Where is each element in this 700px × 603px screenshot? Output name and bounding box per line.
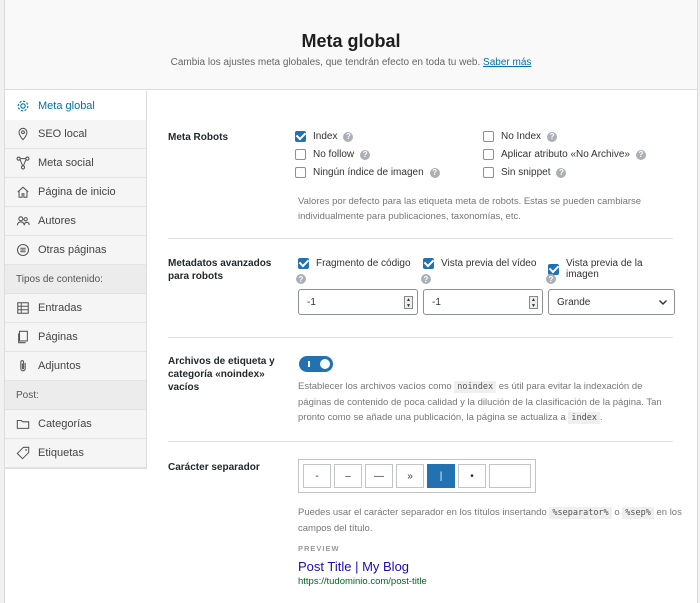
folder-icon — [16, 417, 30, 431]
image-preview-select[interactable]: Grande — [548, 289, 675, 315]
sidebar-item-posts[interactable]: Entradas — [5, 294, 146, 323]
sidebar: Meta global SEO local Meta social Página… — [5, 91, 147, 469]
help-icon[interactable]: ? — [547, 131, 558, 142]
checkbox-nosnippet[interactable]: Sin snippet ? — [483, 167, 567, 178]
checkbox-box[interactable] — [298, 258, 309, 269]
sidebar-item-meta-social[interactable]: Meta social — [5, 149, 146, 178]
separator-option-en-dash[interactable]: – — [334, 464, 362, 488]
preview-label: PREVIEW — [298, 544, 340, 553]
separator-option-em-dash[interactable]: — — [365, 464, 393, 488]
sidebar-item-pages[interactable]: Páginas — [5, 323, 146, 352]
noindex-label: Archivos de etiqueta y categoría «noinde… — [168, 356, 275, 393]
checkbox-nofollow[interactable]: No follow ? — [295, 149, 371, 160]
video-preview-input[interactable]: -1 ▲ ▼ — [423, 289, 543, 315]
page-subtitle: Cambia los ajustes meta globales, que te… — [170, 57, 532, 68]
settings-frame: Meta global Cambia los ajustes meta glob… — [4, 0, 698, 603]
home-icon — [16, 185, 30, 199]
preview-title: Post Title | My Blog — [298, 559, 410, 574]
share-icon — [16, 156, 30, 170]
sidebar-item-label: SEO local — [38, 128, 87, 140]
separator-section: Carácter separador - – — » | • Puedes us… — [168, 443, 682, 603]
sidebar-item-other-pages[interactable]: Otras páginas — [5, 236, 146, 265]
chevron-down-icon — [658, 297, 668, 310]
location-pin-icon — [16, 127, 30, 141]
sidebar-item-label: Etiquetas — [38, 447, 84, 459]
checkbox-box[interactable] — [548, 263, 559, 275]
checkbox-video-preview[interactable]: Vista previa del vídeo — [423, 258, 536, 269]
sidebar-item-label: Meta global — [38, 99, 95, 112]
help-icon[interactable]: ? — [421, 274, 431, 284]
page-header: Meta global Cambia los ajustes meta glob… — [5, 0, 697, 90]
advanced-robots-section: Metadatos avanzados para robots Fragment… — [168, 241, 675, 339]
checkbox-box[interactable] — [295, 149, 306, 160]
sidebar-item-seo-local[interactable]: SEO local — [5, 120, 146, 149]
learn-more-link[interactable]: Saber más — [483, 57, 531, 68]
post-heading: Post: — [5, 381, 146, 410]
gear-icon — [16, 99, 30, 113]
checkbox-noimageindex[interactable]: Ningún índice de imagen ? — [295, 167, 440, 178]
checkbox-noindex[interactable]: No Index ? — [483, 131, 558, 142]
separator-custom-input[interactable] — [489, 464, 531, 488]
sidebar-item-label: Autores — [38, 215, 76, 227]
meta-robots-description: Valores por defecto para las etiqueta me… — [298, 196, 642, 222]
sidebar-item-label: Categorías — [38, 418, 92, 430]
checkbox-code-snippet[interactable]: Fragmento de código — [298, 258, 411, 269]
stepper-icon[interactable]: ▲ ▼ — [404, 296, 413, 309]
main-panel: Meta Robots Index ? No Index ? No follow… — [148, 91, 697, 603]
pages-icon — [16, 330, 30, 344]
separator-description: Puedes usar el carácter separador en los… — [298, 507, 682, 534]
meta-robots-section: Meta Robots Index ? No Index ? No follow… — [168, 91, 673, 241]
help-icon[interactable]: ? — [546, 274, 556, 284]
stepper-icon[interactable]: ▲ ▼ — [529, 296, 538, 309]
noindex-toggle[interactable] — [299, 356, 333, 372]
help-icon[interactable]: ? — [343, 131, 354, 142]
grid-icon — [16, 301, 30, 315]
help-icon[interactable]: ? — [556, 167, 567, 178]
separator-option-bullet[interactable]: • — [458, 464, 486, 488]
separator-option-hyphen[interactable]: - — [303, 464, 331, 488]
separator-option-raquo[interactable]: » — [396, 464, 424, 488]
separator-label: Carácter separador — [168, 462, 260, 473]
sidebar-item-attachments[interactable]: Adjuntos — [5, 352, 146, 381]
noindex-archives-section: Archivos de etiqueta y categoría «noinde… — [168, 339, 673, 443]
sidebar-item-label: Otras páginas — [38, 244, 107, 256]
help-icon[interactable]: ? — [296, 274, 306, 284]
advanced-robots-label: Metadatos avanzados para robots — [168, 258, 272, 282]
checkbox-box[interactable] — [483, 131, 494, 142]
preview-url: https://tudominio.com/post-title — [298, 576, 427, 587]
checkbox-noarchive[interactable]: Aplicar atributo «No Archive» ? — [483, 149, 646, 160]
checkbox-box[interactable] — [483, 167, 494, 178]
sidebar-item-label: Página de inicio — [38, 186, 116, 198]
checkbox-box[interactable] — [483, 149, 494, 160]
sidebar-item-label: Entradas — [38, 302, 83, 314]
checkbox-index[interactable]: Index ? — [295, 131, 354, 142]
sidebar-item-label: Meta social — [38, 157, 94, 169]
checkbox-box[interactable] — [295, 131, 306, 142]
meta-robots-label: Meta Robots — [168, 132, 228, 143]
separator-option-pipe[interactable]: | — [427, 464, 455, 488]
paperclip-icon — [16, 359, 30, 373]
page-title: Meta global — [301, 31, 401, 51]
help-icon[interactable]: ? — [429, 167, 440, 178]
users-icon — [16, 214, 30, 228]
sidebar-item-label: Páginas — [38, 331, 78, 343]
sidebar-item-tags[interactable]: Etiquetas — [5, 439, 146, 468]
sidebar-item-label: Adjuntos — [38, 360, 81, 372]
help-icon[interactable]: ? — [635, 149, 646, 160]
checkbox-box[interactable] — [423, 258, 434, 269]
list-circle-icon — [16, 243, 30, 257]
content-types-heading: Tipos de contenido: — [5, 265, 146, 294]
separator-picker: - – — » | • — [298, 459, 536, 493]
sidebar-item-home[interactable]: Página de inicio — [5, 178, 146, 207]
sidebar-item-authors[interactable]: Autores — [5, 207, 146, 236]
checkbox-image-preview[interactable]: Vista previa de la imagen — [548, 258, 673, 280]
noindex-description: Establecer los archivos vacíos como noin… — [298, 381, 662, 424]
help-icon[interactable]: ? — [360, 149, 371, 160]
sidebar-item-categories[interactable]: Categorías — [5, 410, 146, 439]
tag-icon — [16, 446, 30, 460]
sidebar-item-meta-global[interactable]: Meta global — [5, 91, 146, 120]
checkbox-box[interactable] — [295, 167, 306, 178]
snippet-length-input[interactable]: -1 ▲ ▼ — [298, 289, 418, 315]
